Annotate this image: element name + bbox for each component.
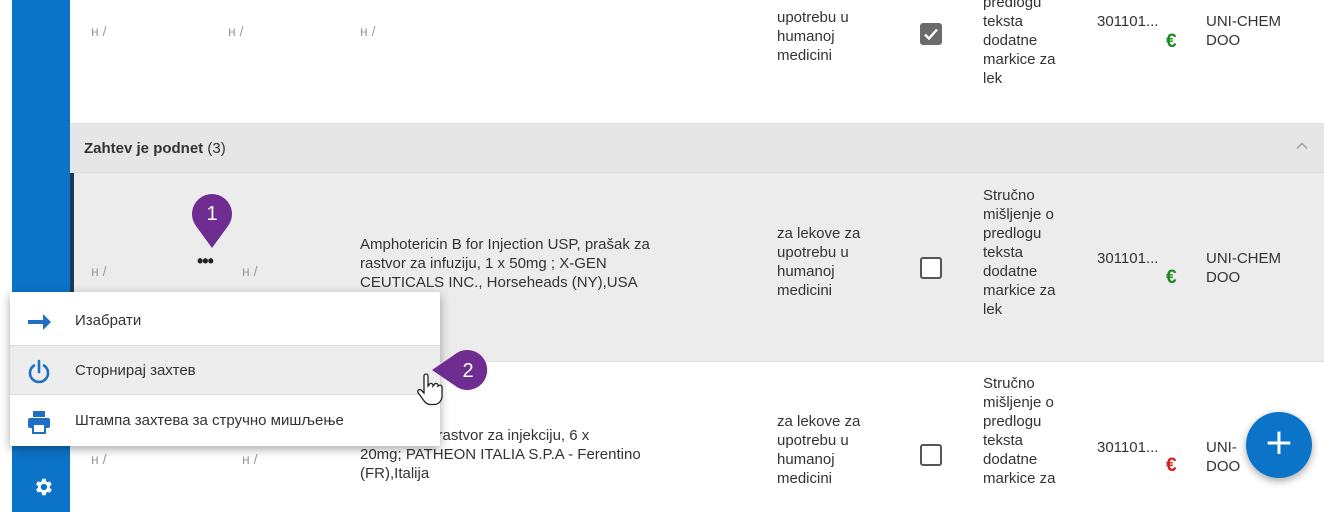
group-header[interactable]: Zahtev je podnet (3) — [70, 124, 1324, 173]
row-checkbox[interactable] — [920, 23, 942, 45]
cell-opinion-line: teksta — [983, 244, 1024, 261]
cell-type: upotrebu u humanoj medicini — [777, 8, 849, 65]
cell-opinion: Stručno mišljenje o predlogu teksta doda… — [983, 374, 1056, 488]
menu-item-label: Штампа захтева за стручно мишљење — [75, 412, 344, 429]
cell-opinion-line: lek — [983, 301, 1003, 318]
menu-item-select[interactable]: Изабрати — [10, 296, 440, 346]
power-icon — [28, 359, 50, 384]
add-fab-button[interactable]: + — [1246, 412, 1312, 478]
cell-product-line: CEUTICALS INC., Horseheads (NY),USA — [360, 274, 638, 291]
cell-company-line: DOO — [1206, 458, 1241, 475]
context-menu: Изабрати Сторнирај захтев Штампа захтева… — [10, 292, 440, 446]
cell-company-line: DOO — [1206, 269, 1241, 286]
cell-type-line: humanoj — [777, 28, 835, 45]
cell-type-line: za lekove za — [777, 225, 861, 242]
cell-col3: н / — [360, 23, 376, 39]
menu-item-label: Сторнирај захтев — [75, 362, 196, 379]
cell-type-line: upotrebu u — [777, 9, 849, 26]
cell-product-line: 20mg; PATHEON ITALIA S.P.A - Ferentino — [360, 446, 641, 463]
cell-type: za lekove za upotrebu u humanoj medicini — [777, 224, 860, 300]
cell-opinion-line: markice za — [983, 51, 1056, 68]
cell-opinion-line: dodatne — [983, 32, 1038, 49]
cell-product-line: (FR),Italija — [360, 465, 430, 482]
cell-opinion-line: predlogu — [983, 225, 1042, 242]
cell-product-line: Amphotericin B for Injection USP, prašak… — [360, 236, 650, 253]
cell-company-line: UNI-CHEM — [1206, 250, 1281, 267]
cell-opinion-line: dodatne — [983, 451, 1038, 468]
group-count: (3) — [207, 140, 226, 157]
group-title-text: Zahtev je podnet — [84, 140, 204, 157]
cell-opinion-line: mišljenje o — [983, 394, 1054, 411]
cell-opinion-line: lek — [983, 70, 1003, 87]
cell-opinion: predlogu teksta dodatne markice za lek — [983, 0, 1056, 88]
cell-company: UNI- DOO — [1206, 438, 1240, 476]
group-title: Zahtev je podnet (3) — [84, 140, 226, 157]
cell-product: Amphotericin B for Injection USP, prašak… — [360, 235, 650, 292]
cell-type-line: humanoj — [777, 263, 835, 280]
cell-opinion-line: teksta — [983, 13, 1024, 30]
cell-opinion-line: markice za — [983, 282, 1056, 299]
menu-item-print-request[interactable]: Штампа захтева за стручно мишљење — [10, 396, 440, 446]
cell-opinion-line: mišljenje o — [983, 206, 1054, 223]
cell-type-line: medicini — [777, 470, 833, 487]
arrow-right-icon — [28, 314, 51, 330]
cell-company-line: DOO — [1206, 32, 1241, 49]
gear-icon[interactable] — [32, 476, 54, 498]
cell-col2: н / — [242, 263, 258, 279]
callout-number-1: 1 — [206, 203, 217, 225]
cell-type-line: za lekove za — [777, 413, 861, 430]
cell-opinion-line: Stručno — [983, 187, 1035, 204]
cell-opinion: Stručno mišljenje o predlogu teksta doda… — [983, 186, 1056, 319]
cell-type-line: medicini — [777, 47, 833, 64]
cell-product-line: rastvor za infuziju, 1 x 50mg ; X-GEN — [360, 255, 607, 272]
cell-opinion-line: predlogu — [983, 413, 1042, 430]
cell-company-line: UNI-CHEM — [1206, 13, 1281, 30]
cell-code: 301101... — [1097, 250, 1159, 267]
euro-icon: € — [1166, 31, 1177, 52]
callout-marker-1: 1 — [192, 194, 232, 248]
check-icon — [924, 28, 938, 41]
more-actions-icon[interactable]: ••• — [197, 251, 214, 272]
plus-icon: + — [1263, 422, 1295, 463]
cell-col1: н / — [91, 451, 107, 467]
cell-col1: н / — [91, 23, 107, 39]
cell-type-line: upotrebu u — [777, 244, 849, 261]
cell-code: 301101... — [1097, 13, 1159, 30]
cell-opinion-line: teksta — [983, 432, 1024, 449]
cell-opinion-line: dodatne — [983, 263, 1038, 280]
chevron-up-icon[interactable] — [1294, 138, 1310, 154]
cell-col2: н / — [242, 451, 258, 467]
printer-icon — [28, 411, 50, 434]
cell-company-line: UNI- — [1206, 439, 1237, 456]
euro-icon: € — [1166, 455, 1177, 476]
menu-item-label: Изабрати — [75, 312, 142, 329]
row-checkbox[interactable] — [920, 257, 942, 279]
cell-opinion-line: predlogu — [983, 0, 1042, 11]
cell-opinion-line: Stručno — [983, 375, 1035, 392]
cell-col1: н / — [91, 263, 107, 279]
cell-col2: н / — [228, 23, 244, 39]
cell-company: UNI-CHEM DOO — [1206, 12, 1281, 50]
row-checkbox[interactable] — [920, 444, 942, 466]
cell-opinion-line: markice za — [983, 470, 1056, 487]
cell-type: za lekove za upotrebu u humanoj medicini — [777, 412, 860, 488]
callout-number-2: 2 — [462, 360, 473, 382]
cell-type-line: medicini — [777, 282, 833, 299]
cell-code: 301101... — [1097, 439, 1159, 456]
euro-icon: € — [1166, 267, 1177, 288]
cell-company: UNI-CHEM DOO — [1206, 249, 1281, 287]
table-row[interactable]: н / н / н / upotrebu u humanoj medicini … — [70, 0, 1324, 124]
hand-cursor-icon — [417, 373, 443, 406]
menu-item-cancel-request[interactable]: Сторнирај захтев — [10, 345, 440, 395]
cell-type-line: humanoj — [777, 451, 835, 468]
cell-type-line: upotrebu u — [777, 432, 849, 449]
